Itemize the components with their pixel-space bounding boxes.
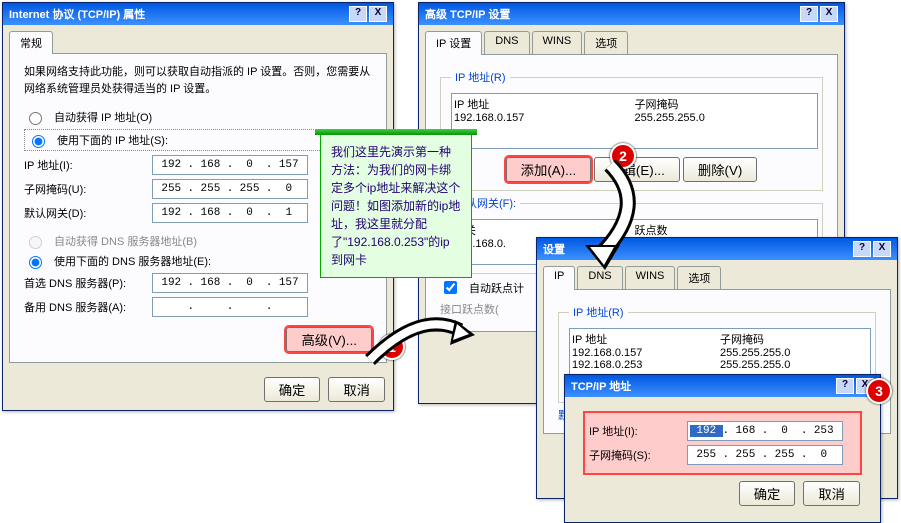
radio-auto-ip-label: 自动获得 IP 地址(O) (54, 109, 152, 125)
dns2-label: 备用 DNS 服务器(A): (24, 299, 144, 315)
tab-general[interactable]: 常规 (9, 31, 53, 54)
gw-input[interactable]: 192.168.0.1 (152, 203, 308, 223)
radio-auto-ip[interactable] (29, 112, 42, 125)
col-ip: IP 地址 (454, 96, 635, 112)
tabstrip: 常规 (3, 25, 393, 53)
title-text: TCP/IP 地址 (571, 378, 631, 394)
ip-input[interactable]: 192.168.0.253 (687, 421, 843, 441)
auto-hop-check[interactable] (444, 281, 457, 294)
tab-ipsettings[interactable]: IP 设置 (425, 31, 482, 55)
dns1-input[interactable]: 192.168.0.157 (152, 273, 308, 293)
add-button[interactable]: 添加(A)... (506, 157, 592, 182)
ok-button[interactable]: 确定 (264, 377, 321, 402)
gw-label: 默认网关(D): (24, 205, 144, 221)
mask-label: 子网掩码(U): (24, 181, 144, 197)
tab-wins[interactable]: WINS (625, 266, 676, 289)
help-button[interactable]: ? (853, 241, 871, 257)
auto-hop-label: 自动跃点计 (469, 280, 524, 296)
radio-use-ip[interactable] (32, 135, 45, 148)
edit-button[interactable]: 编辑(E)... (594, 157, 680, 182)
col-gw: 网关 (454, 222, 635, 238)
col-mask: 子网掩码 (635, 96, 816, 112)
if-hop-label: 接口跃点数( (440, 301, 499, 317)
cancel-button[interactable]: 取消 (803, 481, 860, 506)
close-button[interactable]: X (820, 6, 838, 22)
radio-use-dns[interactable] (29, 256, 42, 269)
help-button[interactable]: ? (836, 378, 854, 394)
instruction-callout: 我们这里先演示第一种方法：为我们的网卡绑定多个ip地址来解决这个问题！如图添加新… (320, 134, 472, 278)
tab-ipsettings[interactable]: IP (543, 266, 575, 290)
col-mask: 子网掩码 (720, 331, 868, 347)
step-badge-1: 1 (379, 334, 405, 360)
radio-auto-dns (29, 236, 42, 249)
cancel-button[interactable]: 取消 (328, 377, 385, 402)
help-button[interactable]: ? (349, 6, 367, 22)
mask-input[interactable]: 255.255.255.0 (687, 445, 843, 465)
help-button[interactable]: ? (800, 6, 818, 22)
dns2-input[interactable]: ... (152, 297, 308, 317)
radio-use-ip-label: 使用下面的 IP 地址(S): (57, 132, 168, 148)
radio-auto-dns-label: 自动获得 DNS 服务器地址(B) (54, 233, 197, 249)
ip-legend: IP 地址(R) (569, 304, 628, 320)
ip-row[interactable]: 192.168.0.157255.255.255.0 (572, 347, 868, 359)
tab-wins[interactable]: WINS (532, 31, 583, 54)
titlebar: 高级 TCP/IP 设置 ?X (419, 3, 844, 25)
ip-row[interactable]: 192.168.0.253255.255.255.0 (572, 359, 868, 371)
ip-row[interactable]: 192.168.0.157255.255.255.0 (454, 112, 815, 124)
ip-label: IP 地址(I): (589, 423, 679, 439)
ip-addresses-group: IP 地址(R) IP 地址子网掩码 192.168.0.157255.255.… (440, 69, 823, 191)
title-text: Internet 协议 (TCP/IP) 属性 (9, 6, 145, 22)
description: 如果网络支持此功能，则可以获取自动指派的 IP 设置。否则，您需要从网络系统管理… (24, 64, 372, 97)
ip-label: IP 地址(I): (24, 157, 144, 173)
advanced-button[interactable]: 高级(V)... (286, 327, 372, 352)
titlebar: 设置 ?X (537, 238, 897, 260)
col-hop: 跃点数 (635, 222, 816, 238)
step-badge-3: 3 (866, 378, 892, 404)
title-text: 设置 (543, 241, 565, 257)
radio-use-dns-label: 使用下面的 DNS 服务器地址(E): (54, 253, 211, 269)
step-badge-2: 2 (610, 143, 636, 169)
ip-legend: IP 地址(R) (451, 69, 510, 85)
titlebar: Internet 协议 (TCP/IP) 属性 ? X (3, 3, 393, 25)
tab-options[interactable]: 选项 (584, 31, 628, 54)
ok-button[interactable]: 确定 (739, 481, 796, 506)
tab-dns[interactable]: DNS (577, 266, 622, 289)
col-ip: IP 地址 (572, 331, 720, 347)
tab-options[interactable]: 选项 (677, 266, 721, 289)
title-text: 高级 TCP/IP 设置 (425, 6, 510, 22)
close-button[interactable]: X (873, 241, 891, 257)
ip-input[interactable]: 192.168.0.157 (152, 155, 308, 175)
mask-label: 子网掩码(S): (589, 447, 679, 463)
tcpip-address-dialog: TCP/IP 地址 ?X IP 地址(I): 192.168.0.253 子网掩… (564, 374, 881, 523)
delete-button[interactable]: 删除(V) (683, 157, 757, 182)
close-button[interactable]: X (369, 6, 387, 22)
dns1-label: 首选 DNS 服务器(P): (24, 275, 144, 291)
mask-input[interactable]: 255.255.255.0 (152, 179, 308, 199)
titlebar: TCP/IP 地址 ?X (565, 375, 880, 397)
tab-dns[interactable]: DNS (484, 31, 529, 54)
